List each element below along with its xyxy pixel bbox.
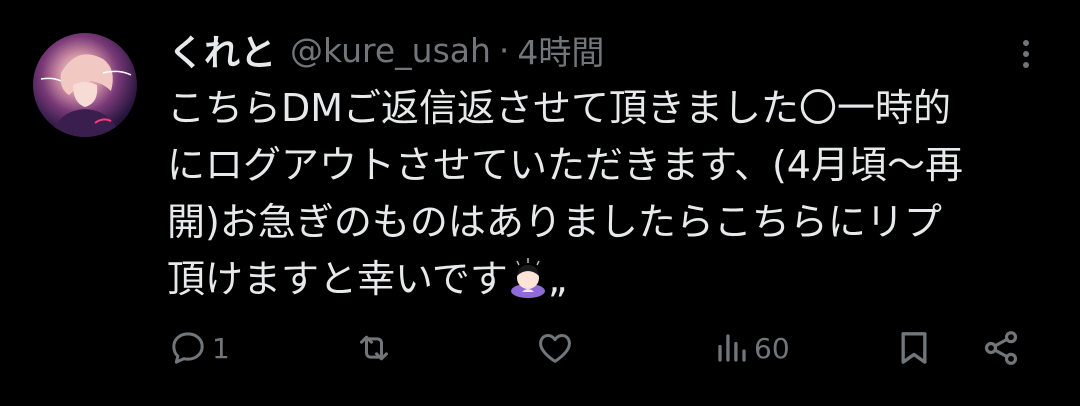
reply-icon bbox=[172, 332, 204, 364]
views-button[interactable]: 60 bbox=[714, 322, 790, 374]
tweet-header: くれと @kure_usah · 4時間 bbox=[168, 24, 604, 76]
more-dot bbox=[1023, 40, 1029, 46]
person-bowing-emoji bbox=[510, 258, 545, 298]
share-icon bbox=[984, 331, 1018, 365]
reply-count: 1 bbox=[212, 331, 230, 365]
bookmark-button[interactable] bbox=[894, 322, 934, 374]
like-button[interactable] bbox=[534, 322, 580, 374]
tweet-text-line-last: 頂けますと幸いです „ bbox=[167, 251, 1047, 308]
share-button[interactable] bbox=[980, 322, 1022, 374]
tweet-text: こちらDMご返信返させて頂きました〇一時的 にログアウトさせていただきます、(4… bbox=[167, 80, 1047, 308]
views-icon bbox=[718, 334, 746, 362]
tweet-text-line: 開)お急ぎのものはありましたらこちらにリプ bbox=[167, 200, 942, 244]
more-dot bbox=[1023, 62, 1029, 68]
action-bar: 1 60 bbox=[0, 322, 1080, 374]
user-handle[interactable]: @kure_usah bbox=[290, 31, 491, 70]
heart-icon bbox=[539, 334, 571, 363]
retweet-button[interactable] bbox=[352, 322, 400, 374]
timestamp[interactable]: 4時間 bbox=[517, 26, 604, 74]
bookmark-icon bbox=[901, 332, 927, 364]
avatar[interactable] bbox=[33, 33, 137, 137]
retweet-icon bbox=[360, 335, 388, 361]
display-name[interactable]: くれと bbox=[168, 24, 276, 76]
tweet[interactable]: くれと @kure_usah · 4時間 こちらDMご返信返させて頂きました〇一… bbox=[0, 0, 1080, 406]
tweet-text-line: にログアウトさせていただきます、(4月頃〜再 bbox=[167, 143, 963, 187]
separator-dot: · bbox=[498, 30, 510, 70]
tweet-text-line: こちらDMご返信返させて頂きました〇一時的 bbox=[167, 86, 952, 130]
more-options-icon[interactable] bbox=[1014, 36, 1038, 72]
views-count: 60 bbox=[754, 331, 790, 365]
tweet-text-suffix: „ bbox=[547, 257, 568, 301]
tweet-text-fragment: 頂けますと幸いです bbox=[167, 257, 508, 301]
avatar-image bbox=[40, 54, 132, 137]
more-dot bbox=[1023, 51, 1029, 57]
reply-button[interactable]: 1 bbox=[168, 322, 230, 374]
